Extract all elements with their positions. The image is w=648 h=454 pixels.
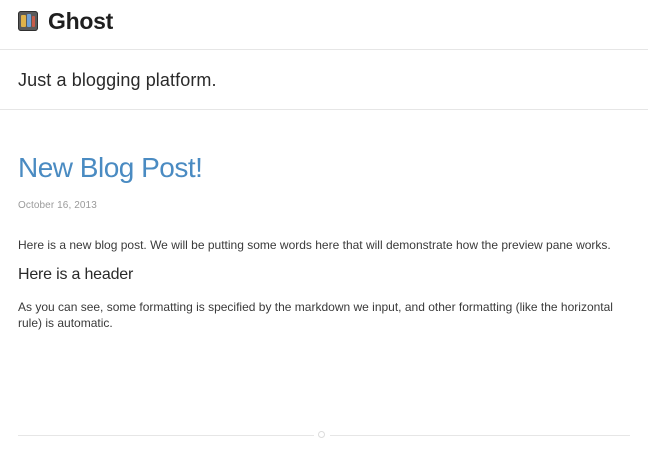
site-header: Ghost (0, 0, 648, 50)
tagline-band: Just a blogging platform. (0, 50, 648, 110)
site-brand-link[interactable]: Ghost (18, 6, 113, 36)
site-title: Ghost (48, 7, 113, 34)
site-tagline: Just a blogging platform. (18, 70, 217, 90)
post-title-link[interactable]: New Blog Post! (18, 150, 203, 186)
horizontal-rule-right (330, 435, 630, 436)
post-paragraph: As you can see, some formatting is speci… (18, 300, 613, 330)
horizontal-rule-left (18, 435, 314, 436)
post-body: Here is a new blog post. We will be putt… (18, 237, 630, 331)
blog-post: New Blog Post! October 16, 2013 Here is … (18, 150, 630, 331)
ghost-logo-icon (18, 11, 38, 31)
post-subheading: Here is a header (18, 266, 134, 283)
post-paragraph: Here is a new blog post. We will be putt… (18, 238, 611, 252)
blog-page: Ghost Just a blogging platform. New Blog… (0, 0, 648, 454)
post-date: October 16, 2013 (18, 200, 97, 211)
horizontal-rule-dot (318, 431, 325, 438)
